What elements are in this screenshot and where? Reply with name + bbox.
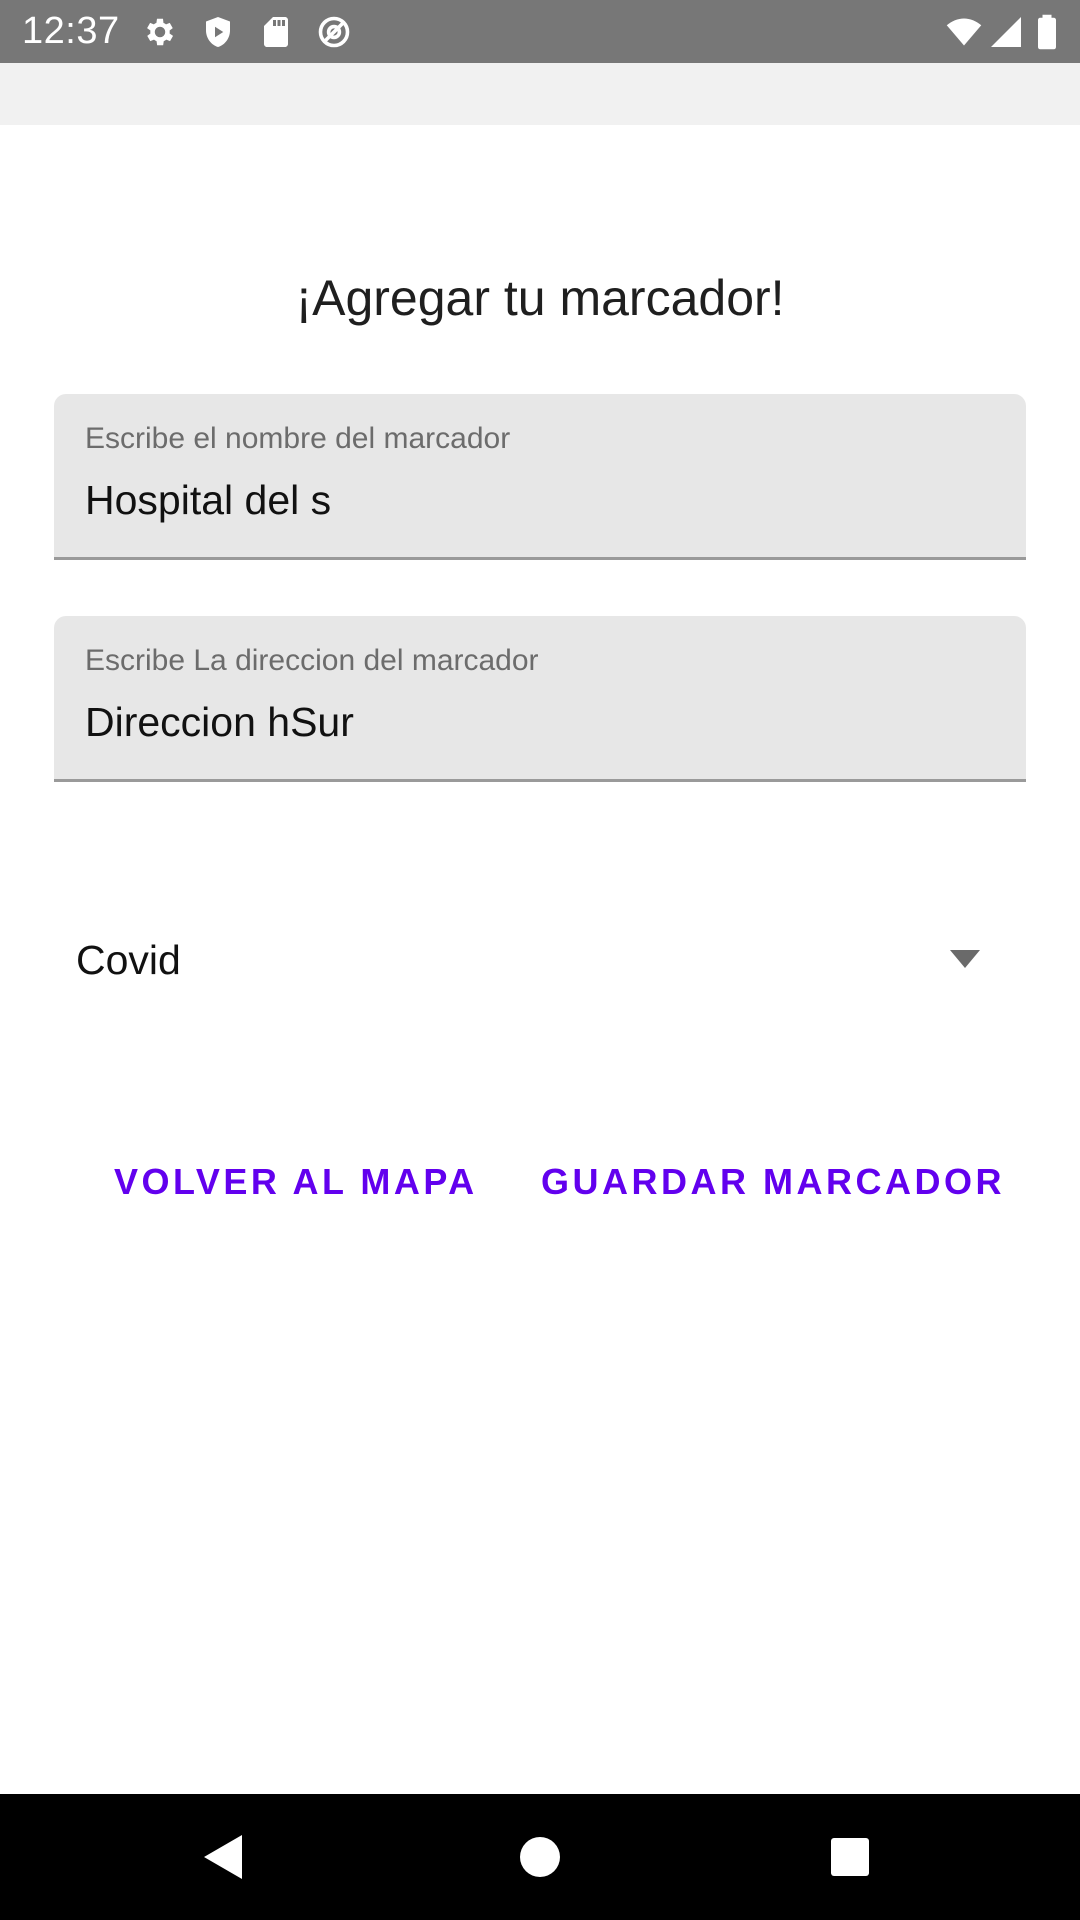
settings-icon xyxy=(142,14,178,50)
signal-icon xyxy=(988,14,1024,50)
marker-name-field[interactable]: Escribe el nombre del marcador xyxy=(54,394,1026,560)
shield-icon xyxy=(200,14,236,50)
at-sign-icon xyxy=(316,14,352,50)
wifi-icon xyxy=(944,14,984,50)
marker-name-input[interactable] xyxy=(85,476,985,524)
status-bar: 12:37 xyxy=(0,0,1080,63)
marker-address-field[interactable]: Escribe La direccion del marcador xyxy=(54,616,1026,782)
recents-icon[interactable] xyxy=(820,1827,880,1887)
status-time: 12:37 xyxy=(22,10,120,52)
save-marker-button[interactable]: GUARDAR MARCADOR xyxy=(541,1150,1005,1214)
page-title: ¡Agregar tu marcador! xyxy=(295,270,785,326)
back-to-map-button[interactable]: VOLVER AL MAPA xyxy=(114,1150,478,1214)
dropdown-arrow-icon xyxy=(950,950,980,968)
category-selected-value: Covid xyxy=(76,937,181,983)
navigation-bar xyxy=(0,1794,1080,1920)
back-icon[interactable] xyxy=(196,1827,256,1887)
app-bar xyxy=(0,63,1080,125)
home-icon[interactable] xyxy=(510,1827,570,1887)
marker-address-input[interactable] xyxy=(85,698,985,746)
marker-address-label: Escribe La direccion del marcador xyxy=(85,644,539,677)
battery-icon xyxy=(1034,14,1060,50)
category-spinner[interactable]: Covid xyxy=(54,912,1026,1008)
add-marker-screen: 12:37 ¡Agregar tu marcador! Escribe el n… xyxy=(0,0,1080,1920)
marker-name-label: Escribe el nombre del marcador xyxy=(85,422,511,455)
sd-card-icon xyxy=(258,14,294,50)
